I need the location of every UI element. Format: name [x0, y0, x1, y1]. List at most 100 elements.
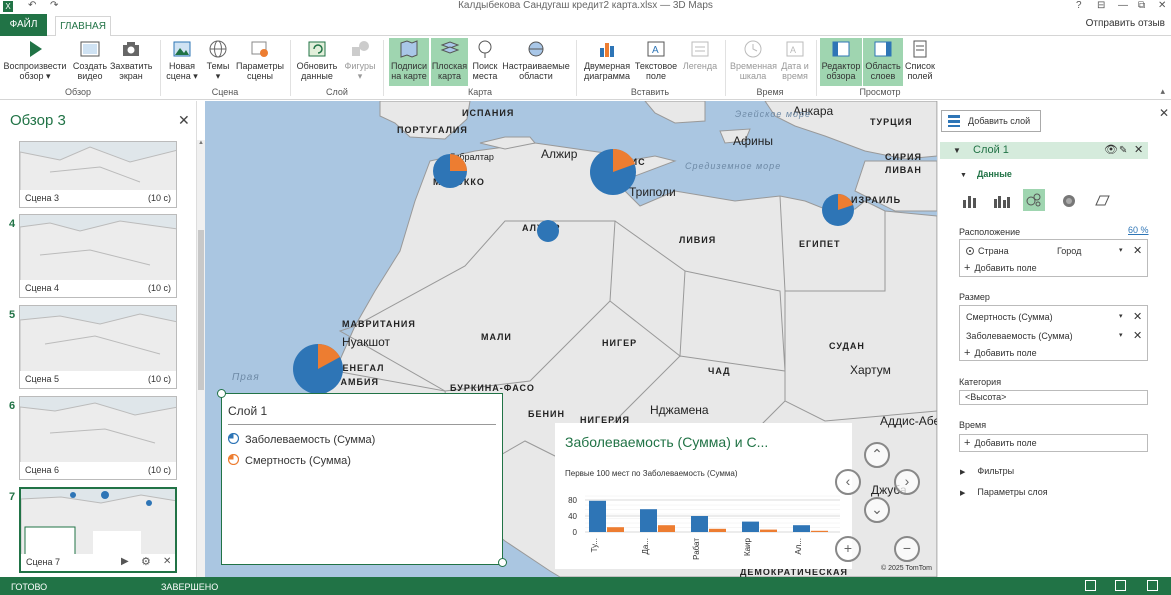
pie-marker-algeria[interactable]: [537, 220, 559, 242]
clustered-column-icon[interactable]: [992, 191, 1012, 211]
layer-options-section[interactable]: ▶ Параметры слоя: [960, 487, 1048, 497]
bar[interactable]: [811, 530, 828, 532]
map-view[interactable]: ИСПАНИЯ ПОРТУГАЛИЯ Гибралтар МАРОККО Алж…: [205, 101, 937, 577]
rotate-left-button[interactable]: ‹: [835, 469, 861, 495]
play-scene-icon[interactable]: ▶: [121, 556, 129, 567]
location-field-row[interactable]: Страна Город ▾ ✕: [966, 244, 1146, 258]
add-size-field[interactable]: + Добавить поле: [964, 347, 1037, 359]
size-field-row[interactable]: Заболеваемость (Сумма) ▾ ✕: [966, 329, 1146, 343]
rotate-right-button[interactable]: ›: [894, 469, 920, 495]
scroll-thumb[interactable]: [198, 230, 204, 390]
data-section[interactable]: ▼ Данные: [960, 169, 1012, 179]
pie-marker-egypt[interactable]: [822, 194, 854, 226]
restore-icon[interactable]: ⧉: [1138, 0, 1145, 11]
tab-file[interactable]: ФАЙЛ: [0, 14, 47, 36]
create-video-button[interactable]: Создать видео: [72, 38, 108, 86]
scroll-up-icon[interactable]: ▲: [197, 140, 205, 146]
delete-scene-icon[interactable]: ✕: [163, 556, 171, 567]
bar[interactable]: [640, 509, 657, 532]
map-labels-button[interactable]: Подписи на карте: [389, 38, 429, 86]
bar[interactable]: [709, 528, 726, 532]
custom-regions-button[interactable]: Настраиваемые области: [502, 38, 570, 86]
stacked-column-icon[interactable]: [960, 191, 980, 211]
feedback-link[interactable]: Отправить отзыв: [1086, 18, 1165, 29]
text-box-button[interactable]: A Текстовое поле: [634, 38, 678, 86]
minimize-icon[interactable]: —: [1118, 0, 1128, 11]
location-confidence[interactable]: 60 %: [1128, 225, 1149, 235]
legend-button[interactable]: Легенда: [680, 38, 720, 86]
tab-home[interactable]: ГЛАВНАЯ: [55, 16, 111, 37]
region-icon[interactable]: [1092, 191, 1112, 211]
help-icon[interactable]: ?: [1076, 0, 1082, 11]
play-tour-button[interactable]: Воспроизвести обзор ▾: [2, 38, 68, 86]
remove-field-icon[interactable]: ✕: [1133, 329, 1142, 342]
legend-resize-handle[interactable]: [498, 558, 507, 567]
collapse-layer-icon[interactable]: ▼: [953, 142, 961, 159]
collapse-ribbon-icon[interactable]: ▴: [1160, 86, 1165, 97]
bubble-chart-selected[interactable]: [1023, 189, 1045, 211]
close-window-icon[interactable]: ✕: [1158, 0, 1166, 11]
bar[interactable]: [607, 527, 624, 532]
bar[interactable]: [760, 529, 777, 532]
zoom-out-button[interactable]: −: [894, 536, 920, 562]
bar[interactable]: [658, 525, 675, 532]
tour-editor-button[interactable]: Редактор обзора: [820, 38, 862, 86]
bar[interactable]: [589, 500, 606, 532]
scene-thumbnail[interactable]: Сцена 4 (10 с): [19, 214, 177, 298]
themes-button[interactable]: Темы ▾: [203, 38, 233, 86]
close-tour-pane-icon[interactable]: ✕: [178, 112, 190, 129]
scene-thumbnail[interactable]: Сцена 6 (10 с): [19, 396, 177, 480]
visibility-icon[interactable]: 👁: [1104, 142, 1118, 159]
date-time-button[interactable]: A Дата и время: [778, 38, 812, 86]
close-layer-pane-icon[interactable]: ✕: [1159, 106, 1169, 120]
pie-marker-tunis[interactable]: [590, 148, 636, 195]
new-scene-button[interactable]: Новая сцена ▾: [165, 38, 199, 86]
scene-thumbnail[interactable]: Сцена 5 (10 с): [19, 305, 177, 389]
radio-selected-icon[interactable]: [966, 247, 974, 255]
add-location-field[interactable]: + Добавить поле: [964, 262, 1037, 274]
pie-marker-morocco[interactable]: [433, 154, 467, 188]
field-city-dropdown[interactable]: Город: [1057, 246, 1081, 256]
map-legend[interactable]: Слой 1 Заболеваемость (Сумма) Смертность…: [221, 393, 503, 565]
timeline-button[interactable]: Временная шкала: [730, 38, 777, 86]
bar[interactable]: [742, 521, 759, 532]
remove-field-icon[interactable]: ✕: [1133, 244, 1142, 257]
tilt-up-button[interactable]: ⌃: [864, 442, 890, 468]
find-location-button[interactable]: Поиск места: [470, 38, 500, 86]
scene-settings-icon[interactable]: ⚙: [141, 555, 151, 568]
pie-marker-senegal[interactable]: [293, 343, 343, 394]
legend-resize-handle[interactable]: [217, 389, 226, 398]
view-fullscreen-icon[interactable]: [1147, 580, 1158, 591]
filters-section[interactable]: ▶ Фильтры: [960, 466, 1014, 476]
bar[interactable]: [691, 516, 708, 532]
heat-map-icon[interactable]: [1059, 191, 1079, 211]
dropdown-icon[interactable]: ▾: [1119, 312, 1123, 320]
time-field-box[interactable]: + Добавить поле: [959, 434, 1148, 452]
scene-thumbnail-selected[interactable]: Сцена 7 ▶ ⚙ ✕: [19, 487, 177, 573]
category-field[interactable]: <Высота>: [959, 390, 1148, 405]
tilt-down-button[interactable]: ⌄: [864, 497, 890, 523]
dropdown-icon[interactable]: ▾: [1119, 246, 1123, 254]
rename-layer-icon[interactable]: ✎: [1119, 142, 1127, 159]
delete-layer-icon[interactable]: ✕: [1134, 142, 1143, 159]
bar[interactable]: [793, 525, 810, 532]
scene-thumbnail[interactable]: Сцена 3 (10 с): [19, 141, 177, 208]
layer-pane-button[interactable]: Область слоев: [863, 38, 903, 86]
zoom-in-button[interactable]: +: [835, 536, 861, 562]
add-layer-button[interactable]: Добавить слой: [941, 110, 1041, 132]
size-field-row[interactable]: Смертность (Сумма) ▾ ✕: [966, 310, 1146, 324]
remove-field-icon[interactable]: ✕: [1133, 310, 1142, 323]
tour-scrollbar[interactable]: ▲: [197, 140, 205, 577]
ribbon-options-icon[interactable]: ⊟: [1097, 0, 1105, 11]
refresh-data-button[interactable]: Обновить данные: [295, 38, 339, 86]
capture-screen-button[interactable]: Захватить экран: [110, 38, 152, 86]
field-list-button[interactable]: Список полей: [904, 38, 936, 86]
scene-options-button[interactable]: Параметры сцены: [235, 38, 285, 86]
chart-panel[interactable]: Заболеваемость (Сумма) и С... Первые 100…: [555, 423, 852, 569]
layer-header[interactable]: ▼ Слой 1 👁 ✎ ✕: [940, 142, 1148, 159]
view-fit-icon[interactable]: [1115, 580, 1126, 591]
2d-chart-button[interactable]: Двумерная диаграмма: [582, 38, 632, 86]
shapes-button[interactable]: Фигуры ▾: [342, 38, 378, 86]
flat-map-button[interactable]: Плоская карта: [431, 38, 468, 86]
view-normal-icon[interactable]: [1085, 580, 1096, 591]
